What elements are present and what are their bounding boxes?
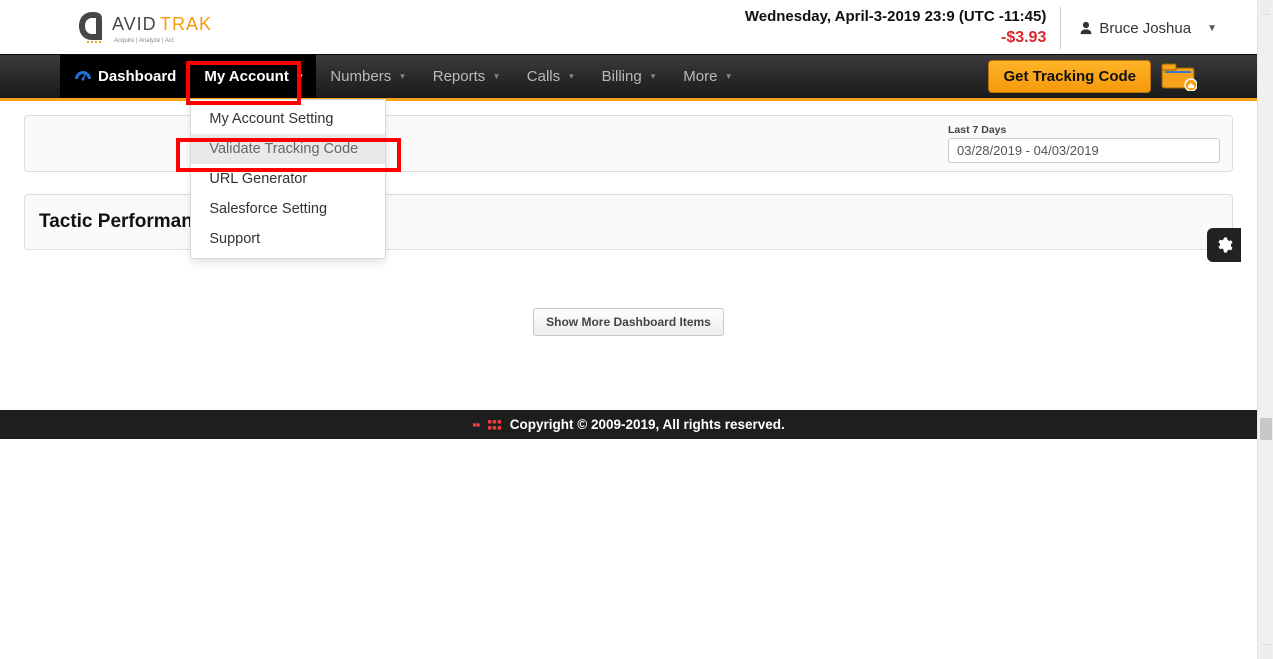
my-account-dropdown: My Account Setting Validate Tracking Cod… bbox=[190, 99, 386, 259]
svg-text:AVID: AVID bbox=[112, 14, 157, 34]
nav-calls[interactable]: Calls ▾ bbox=[513, 55, 588, 98]
chevron-down-icon: ▾ bbox=[298, 71, 303, 82]
nav-my-account[interactable]: My Account ▾ My Account Setting Validate… bbox=[190, 55, 316, 98]
nav-calls-label: Calls bbox=[527, 68, 560, 85]
nav-reports-label: Reports bbox=[433, 68, 486, 85]
nav-more-label: More bbox=[683, 68, 717, 85]
datetime-balance: Wednesday, April-3-2019 23:9 (UTC -11:45… bbox=[745, 7, 1062, 49]
nav-dashboard[interactable]: Dashboard bbox=[60, 55, 190, 98]
chevron-down-icon: ▾ bbox=[569, 71, 574, 82]
dashboard-icon bbox=[74, 70, 92, 84]
svg-text:TRAK: TRAK bbox=[160, 14, 212, 34]
menu-my-account-setting[interactable]: My Account Setting bbox=[191, 104, 385, 134]
home-folder-icon[interactable] bbox=[1161, 63, 1197, 91]
nav-more[interactable]: More ▾ bbox=[669, 55, 745, 98]
nav-reports[interactable]: Reports ▾ bbox=[419, 55, 513, 98]
menu-support[interactable]: Support bbox=[191, 224, 385, 254]
chevron-down-icon: ▾ bbox=[651, 71, 656, 82]
menu-validate-tracking-code[interactable]: Validate Tracking Code bbox=[191, 134, 385, 164]
top-header: AVID TRAK Acquire | Analyze | Act Wednes… bbox=[0, 0, 1257, 54]
scrollbar-thumb[interactable] bbox=[1260, 418, 1272, 440]
chevron-down-icon: ▾ bbox=[494, 71, 499, 82]
chevron-down-icon: ▾ bbox=[400, 71, 405, 82]
menu-salesforce-setting[interactable]: Salesforce Setting bbox=[191, 194, 385, 224]
date-range-input[interactable] bbox=[948, 138, 1220, 163]
brand-logo[interactable]: AVID TRAK Acquire | Analyze | Act bbox=[70, 6, 228, 50]
svg-text:Acquire | Analyze | Ac: Acquire | Analyze | Act bbox=[114, 38, 174, 44]
account-balance: -$3.93 bbox=[745, 27, 1047, 49]
nav-numbers[interactable]: Numbers ▾ bbox=[316, 55, 418, 98]
user-menu[interactable]: Bruce Joshua ▼ bbox=[1079, 20, 1227, 37]
user-name: Bruce Joshua bbox=[1099, 20, 1191, 37]
content-area: Last 7 Days Tactic Performance Show More… bbox=[0, 101, 1257, 366]
show-more-button[interactable]: Show More Dashboard Items bbox=[533, 308, 724, 336]
gear-icon bbox=[1215, 236, 1233, 254]
footer-grid-icon: ▪▪ bbox=[472, 417, 479, 432]
date-filter-label: Last 7 Days bbox=[948, 124, 1220, 136]
nav-billing-label: Billing bbox=[602, 68, 642, 85]
chevron-down-icon: ▼ bbox=[1207, 23, 1217, 34]
settings-gear-tab[interactable] bbox=[1207, 228, 1241, 262]
nav-numbers-label: Numbers bbox=[330, 68, 391, 85]
user-icon bbox=[1079, 21, 1093, 35]
nav-dashboard-label: Dashboard bbox=[98, 68, 176, 85]
footer: ▪▪ ▪▪▪▪▪▪ Copyright © 2009-2019, All rig… bbox=[0, 410, 1257, 439]
current-datetime: Wednesday, April-3-2019 23:9 (UTC -11:45… bbox=[745, 7, 1047, 27]
chevron-down-icon: ▾ bbox=[726, 71, 731, 82]
menu-url-generator[interactable]: URL Generator bbox=[191, 164, 385, 194]
nav-my-account-label: My Account bbox=[204, 68, 288, 85]
footer-grid-icon: ▪▪▪▪▪▪ bbox=[487, 419, 501, 430]
vertical-scrollbar[interactable] bbox=[1257, 0, 1273, 659]
get-tracking-code-button[interactable]: Get Tracking Code bbox=[988, 60, 1151, 93]
footer-text: Copyright © 2009-2019, All rights reserv… bbox=[510, 417, 785, 432]
nav-billing[interactable]: Billing ▾ bbox=[588, 55, 670, 98]
main-navbar: Dashboard My Account ▾ My Account Settin… bbox=[0, 54, 1257, 101]
